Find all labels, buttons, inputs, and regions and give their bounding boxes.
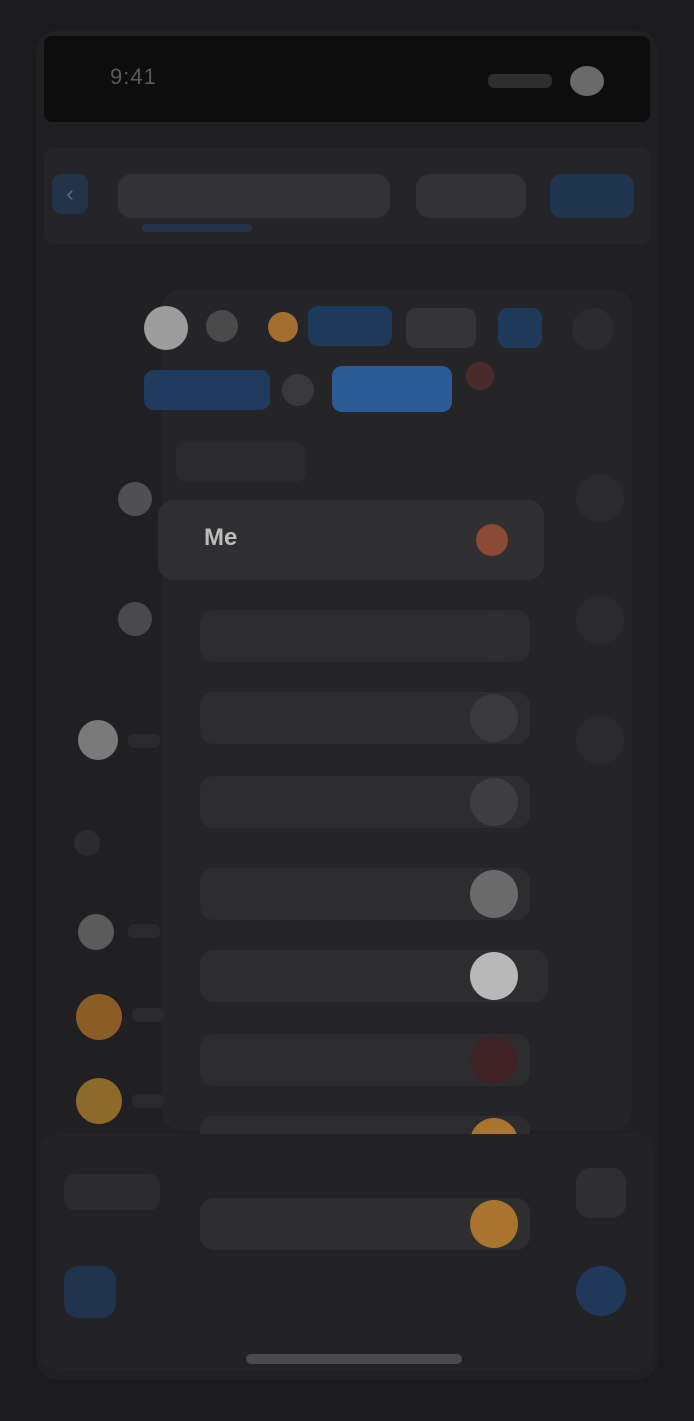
rail-label-7 [132,1094,164,1108]
rail-label-5 [128,924,160,938]
row-action-icon[interactable] [470,870,518,918]
row-action-icon[interactable] [470,778,518,826]
status-time: 9:41 [110,64,157,89]
primary-action-button[interactable] [550,174,634,218]
row-action-icon[interactable] [470,612,518,660]
share-button[interactable] [576,1266,626,1316]
chip-blue-3[interactable] [144,370,270,410]
star-icon[interactable] [268,312,298,342]
chip-highlight[interactable] [332,366,452,412]
rail-icon-2[interactable] [118,602,152,636]
toggle-icon[interactable] [206,310,238,342]
status-bar: 9:41 [44,36,650,122]
rail-icon-3[interactable] [78,720,118,760]
alert-badge-icon [476,524,508,556]
filter-button[interactable] [416,174,526,218]
rail-label-3 [128,734,160,748]
row-action-icon[interactable] [470,1036,518,1084]
battery-icon [570,66,604,96]
rail-icon-7[interactable] [76,1078,122,1124]
chip-gray-1[interactable] [406,308,476,348]
selected-item-title: Me [204,524,238,551]
right-rail-icon-1[interactable] [576,474,624,522]
signal-icon [488,74,552,88]
top-toolbar: ‹ [44,148,650,244]
menu-icon[interactable] [572,308,614,350]
home-indicator [246,1354,462,1364]
rail-icon-4[interactable] [74,830,100,856]
section-header [176,442,306,482]
row-action-icon[interactable] [470,952,518,1000]
chip-blue-2[interactable] [498,308,542,348]
row-action-icon[interactable] [470,1200,518,1248]
back-button[interactable]: ‹ [52,174,88,214]
notification-dot [466,362,494,390]
avatar[interactable] [144,306,188,350]
bottom-bar [40,1134,654,1370]
right-rail-icon-2[interactable] [576,596,624,644]
title-field[interactable] [118,174,390,218]
row-action-icon[interactable] [470,694,518,742]
bottom-left-button[interactable] [64,1174,160,1210]
rail-icon-5[interactable] [78,914,114,950]
rail-icon-1[interactable] [118,482,152,516]
rail-label-6 [132,1008,164,1022]
status-indicators [488,66,604,96]
bottom-right-button[interactable] [576,1168,626,1218]
chevron-left-icon: ‹ [66,181,74,206]
chip-blue-1[interactable] [308,306,392,346]
right-rail-icon-3[interactable] [576,716,624,764]
add-icon[interactable] [282,374,314,406]
compose-button[interactable] [64,1266,116,1318]
selected-item-row[interactable]: Me [158,500,544,580]
device-frame: 9:41 ‹ Me [36,30,658,1380]
rail-icon-6[interactable] [76,994,122,1040]
toolbar-subtitle [142,224,252,232]
